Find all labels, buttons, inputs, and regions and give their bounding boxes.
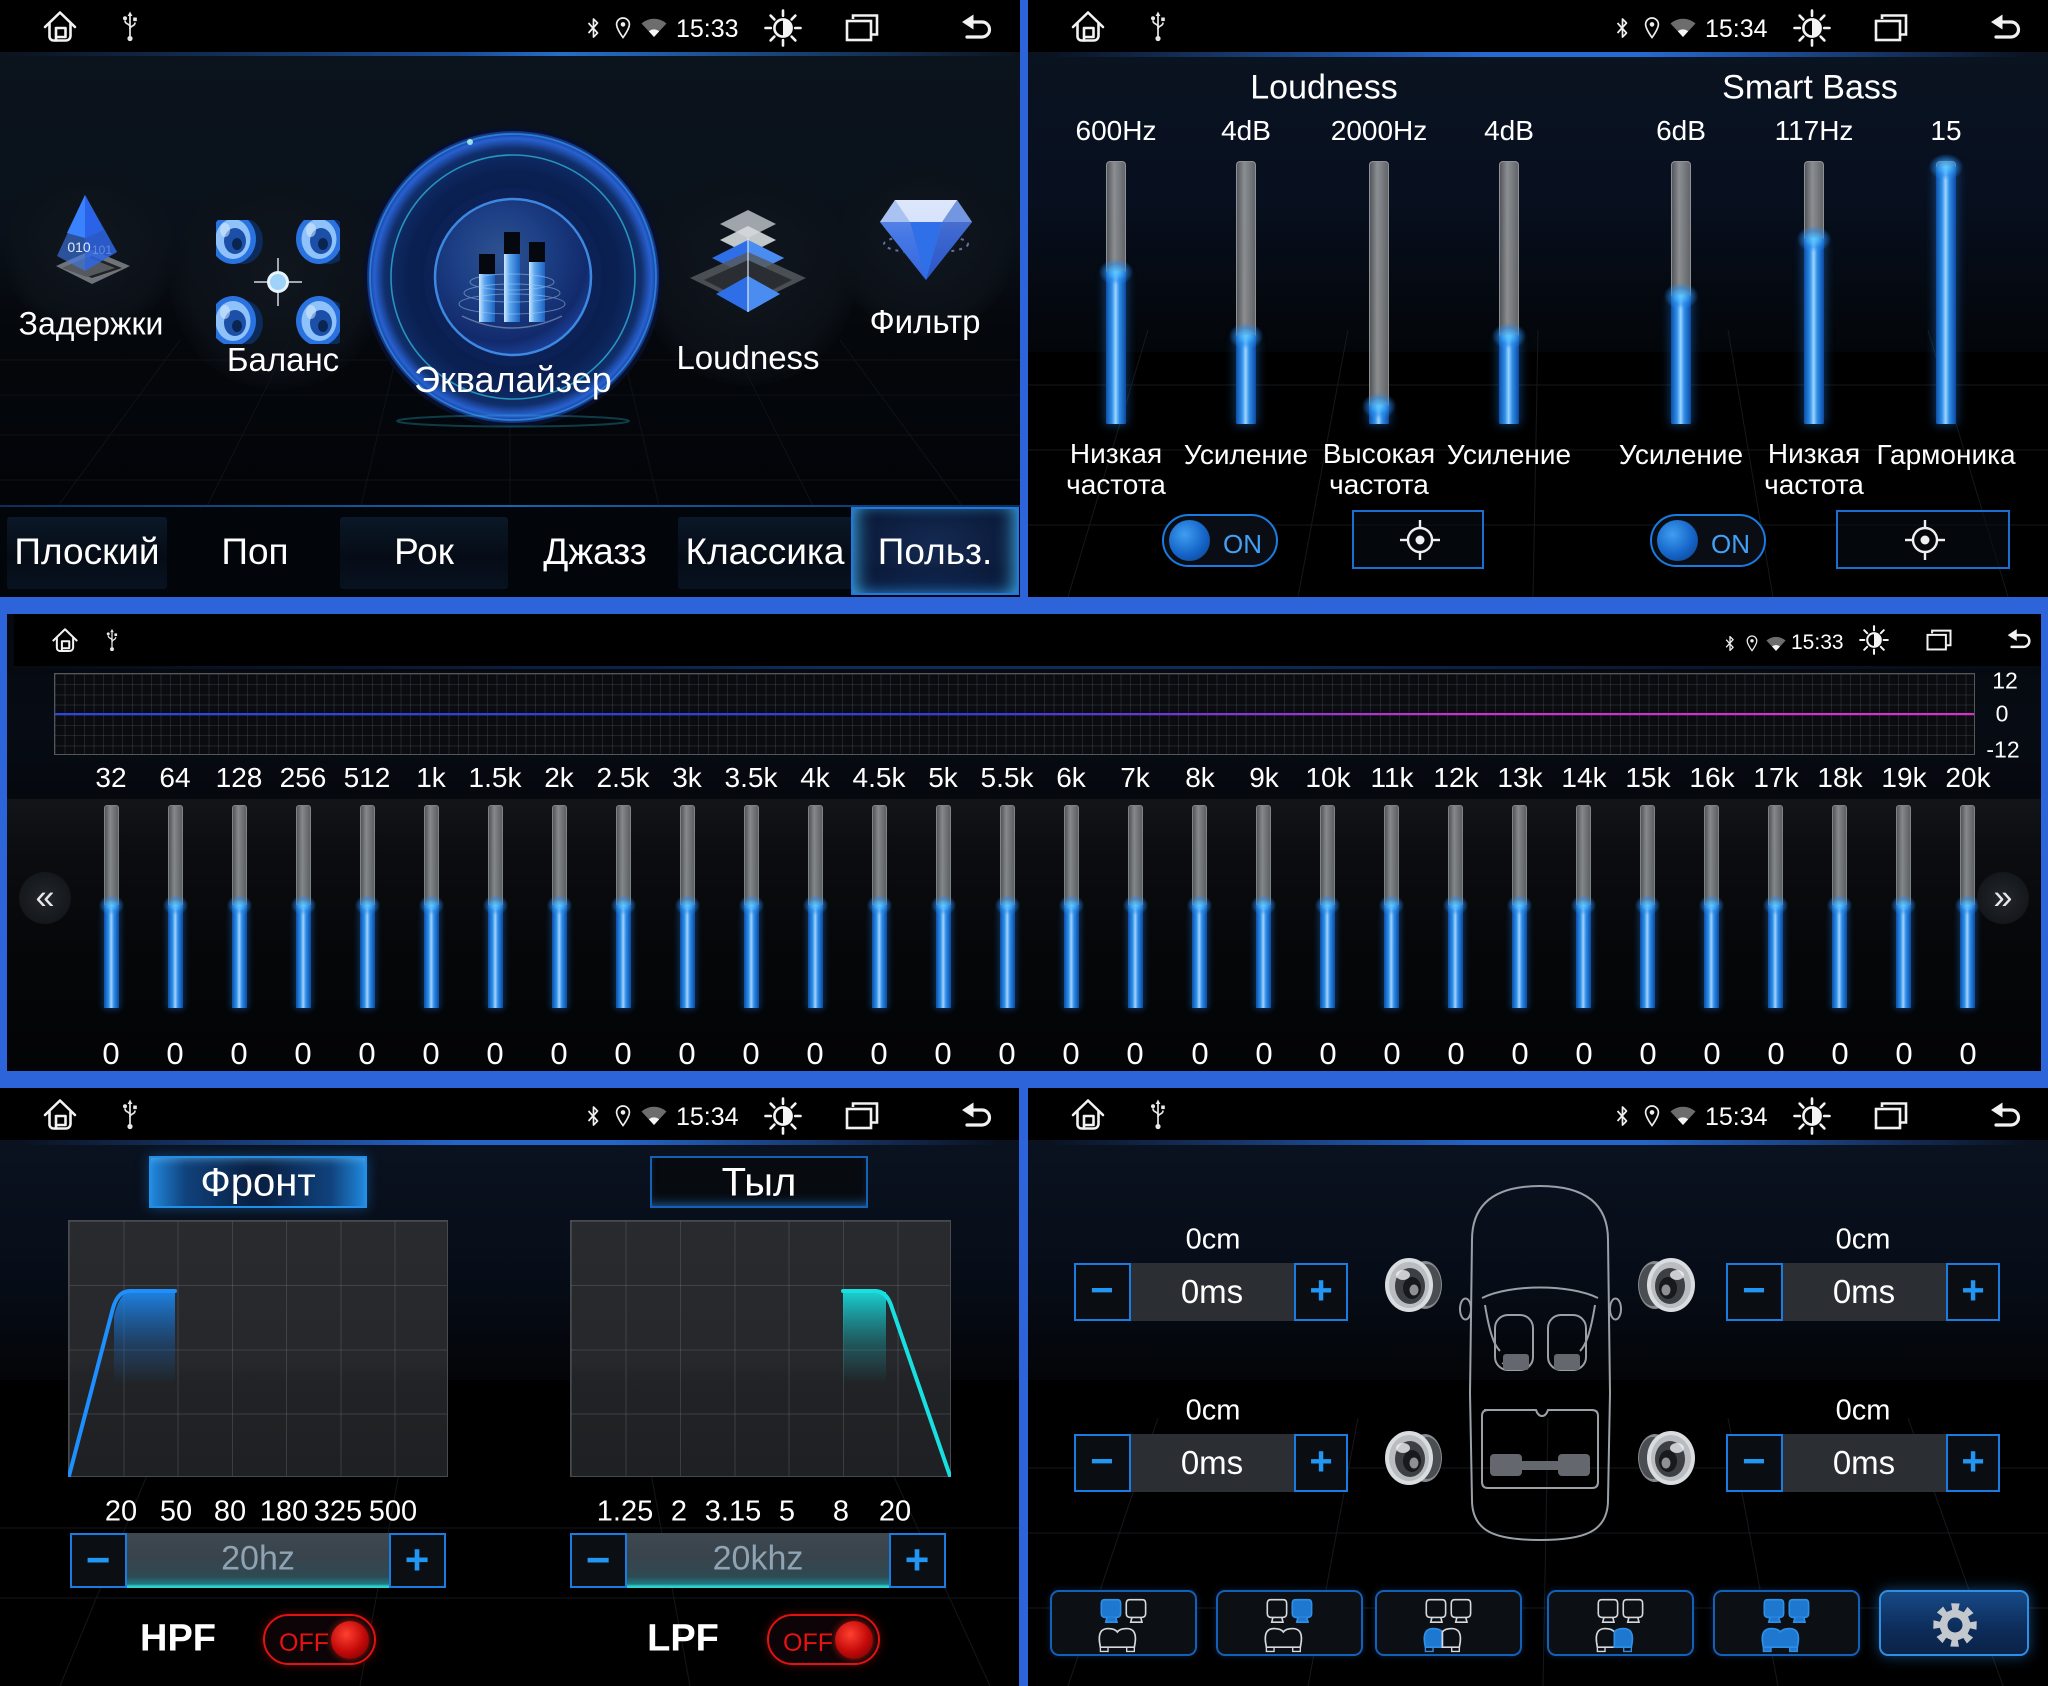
svg-text:010: 010 [67,239,91,255]
svg-text:101: 101 [92,243,112,257]
